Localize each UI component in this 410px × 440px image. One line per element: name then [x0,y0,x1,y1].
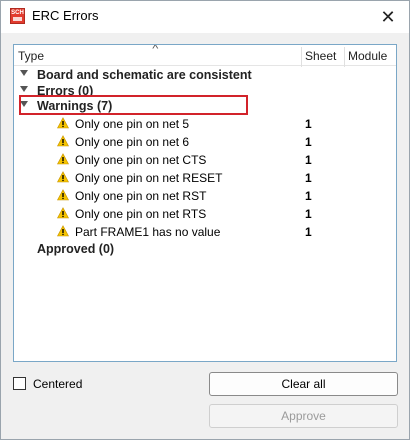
sheet-number: 1 [305,153,312,167]
warning-label: Only one pin on net 6 [75,135,190,149]
warning-icon [57,135,69,147]
warning-icon [57,153,69,165]
warning-label: Only one pin on net 5 [75,117,190,131]
warning-row[interactable]: Only one pin on net RST 1 [14,187,396,205]
group-label: Board and schematic are consistent [37,68,252,82]
warning-icon [57,207,69,219]
column-type[interactable]: Type [18,49,44,63]
group-label: Approved (0) [37,242,115,256]
erc-errors-dialog: SCH ERC Errors ✕ Type Sheet Module ^ Boa… [0,0,410,440]
column-header: Type Sheet Module [14,47,396,67]
warning-label: Only one pin on net CTS [75,153,207,167]
window-title: ERC Errors [32,8,99,23]
close-icon[interactable]: ✕ [375,5,401,29]
column-divider[interactable] [301,47,302,67]
sheet-number: 1 [305,117,312,131]
sch-icon: SCH [10,8,25,24]
column-module[interactable]: Module [348,49,387,63]
sheet-number: 1 [305,171,312,185]
expand-arrow-icon[interactable] [20,70,28,76]
sheet-number: 1 [305,207,312,221]
warning-row[interactable]: Only one pin on net CTS 1 [14,151,396,169]
sort-indicator-icon: ^ [152,44,159,55]
clear-all-button[interactable]: Clear all [209,372,398,396]
group-approved[interactable]: Approved (0) [14,240,396,258]
warning-row[interactable]: Only one pin on net RTS 1 [14,205,396,223]
erc-tree-panel[interactable]: Type Sheet Module ^ Board and schematic … [13,44,397,362]
warning-icon [57,189,69,201]
warning-icon [57,225,69,237]
sheet-number: 1 [305,225,312,239]
warning-row[interactable]: Only one pin on net RESET 1 [14,169,396,187]
column-sheet[interactable]: Sheet [305,49,336,63]
warning-label: Part FRAME1 has no value [75,225,221,239]
warning-icon [57,171,69,183]
warning-label: Only one pin on net RTS [75,207,207,221]
approve-button[interactable]: Approve [209,404,398,428]
column-divider[interactable] [344,47,345,67]
warning-row[interactable]: Part FRAME1 has no value 1 [14,223,396,241]
title-bar: SCH ERC Errors ✕ [1,1,409,33]
warning-row[interactable]: Only one pin on net 5 1 [14,115,396,133]
centered-checkbox[interactable] [13,377,26,390]
expand-arrow-icon[interactable] [20,86,28,92]
highlight-box [19,95,248,115]
sheet-number: 1 [305,189,312,203]
warning-row[interactable]: Only one pin on net 6 1 [14,133,396,151]
centered-label: Centered [33,377,83,391]
sheet-number: 1 [305,135,312,149]
warning-label: Only one pin on net RST [75,189,207,203]
group-errors[interactable]: Errors (0) [14,82,396,96]
warning-label: Only one pin on net RESET [75,171,223,185]
warning-icon [57,117,69,129]
